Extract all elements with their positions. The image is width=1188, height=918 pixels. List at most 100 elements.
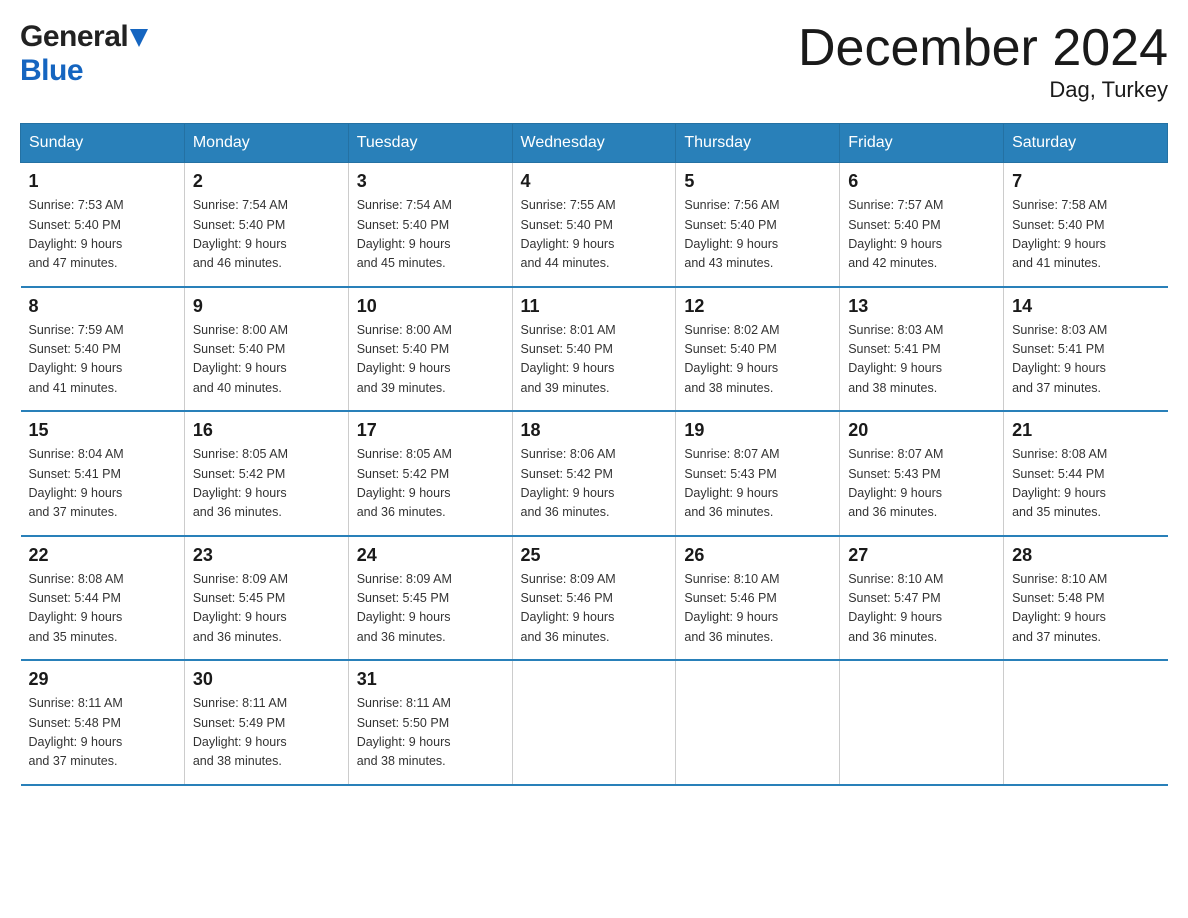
day-info: Sunrise: 8:06 AMSunset: 5:42 PMDaylight:… [521, 445, 668, 523]
day-number: 14 [1012, 296, 1159, 317]
calendar-cell: 6 Sunrise: 7:57 AMSunset: 5:40 PMDaylight… [840, 163, 1004, 287]
day-number: 7 [1012, 171, 1159, 192]
day-info: Sunrise: 8:00 AMSunset: 5:40 PMDaylight:… [357, 321, 504, 399]
calendar-cell: 14 Sunrise: 8:03 AMSunset: 5:41 PMDayligh… [1004, 287, 1168, 412]
day-info: Sunrise: 7:53 AMSunset: 5:40 PMDaylight:… [29, 196, 176, 274]
day-number: 29 [29, 669, 176, 690]
calendar-cell: 30Sunrise: 8:11 AMSunset: 5:49 PMDayligh… [184, 660, 348, 785]
calendar-cell: 18Sunrise: 8:06 AMSunset: 5:42 PMDayligh… [512, 411, 676, 536]
day-number: 4 [521, 171, 668, 192]
calendar-cell: 9Sunrise: 8:00 AMSunset: 5:40 PMDaylight… [184, 287, 348, 412]
day-number: 20 [848, 420, 995, 441]
calendar-cell: 17Sunrise: 8:05 AMSunset: 5:42 PMDayligh… [348, 411, 512, 536]
calendar-week-row: 15Sunrise: 8:04 AMSunset: 5:41 PMDayligh… [21, 411, 1168, 536]
header-tuesday: Tuesday [348, 124, 512, 163]
calendar-cell: 31 Sunrise: 8:11 AMSunset: 5:50 PMDayligh… [348, 660, 512, 785]
calendar-cell: 20 Sunrise: 8:07 AMSunset: 5:43 PMDayligh… [840, 411, 1004, 536]
day-number: 27 [848, 545, 995, 566]
logo-triangle-icon [130, 27, 148, 47]
day-number: 23 [193, 545, 340, 566]
day-number: 6 [848, 171, 995, 192]
calendar-cell [512, 660, 676, 785]
calendar-cell: 2 Sunrise: 7:54 AMSunset: 5:40 PMDaylight… [184, 163, 348, 287]
day-info: Sunrise: 8:03 AMSunset: 5:41 PMDaylight:… [1012, 321, 1159, 399]
calendar-cell: 10 Sunrise: 8:00 AMSunset: 5:40 PMDayligh… [348, 287, 512, 412]
calendar-cell: 4Sunrise: 7:55 AMSunset: 5:40 PMDaylight… [512, 163, 676, 287]
day-info: Sunrise: 7:54 AMSunset: 5:40 PMDaylight:… [193, 196, 340, 274]
day-number: 5 [684, 171, 831, 192]
day-number: 31 [357, 669, 504, 690]
calendar-cell: 25 Sunrise: 8:09 AMSunset: 5:46 PMDayligh… [512, 536, 676, 661]
day-info: Sunrise: 8:07 AMSunset: 5:43 PMDaylight:… [684, 445, 831, 523]
calendar-cell [1004, 660, 1168, 785]
calendar-cell: 15Sunrise: 8:04 AMSunset: 5:41 PMDayligh… [21, 411, 185, 536]
calendar-body: 1 Sunrise: 7:53 AMSunset: 5:40 PMDaylight… [21, 163, 1168, 785]
day-info: Sunrise: 8:09 AMSunset: 5:46 PMDaylight:… [521, 570, 668, 648]
day-info: Sunrise: 8:10 AMSunset: 5:47 PMDaylight:… [848, 570, 995, 648]
day-number: 16 [193, 420, 340, 441]
calendar-cell: 16 Sunrise: 8:05 AMSunset: 5:42 PMDayligh… [184, 411, 348, 536]
day-info: Sunrise: 7:59 AMSunset: 5:40 PMDaylight:… [29, 321, 176, 399]
day-number: 19 [684, 420, 831, 441]
day-info: Sunrise: 8:02 AMSunset: 5:40 PMDaylight:… [684, 321, 831, 399]
day-number: 3 [357, 171, 504, 192]
calendar-header: Sunday Monday Tuesday Wednesday Thursday… [21, 124, 1168, 163]
location-text: Dag, Turkey [798, 77, 1168, 103]
day-info: Sunrise: 8:07 AMSunset: 5:43 PMDaylight:… [848, 445, 995, 523]
header-sunday: Sunday [21, 124, 185, 163]
calendar-cell: 28 Sunrise: 8:10 AMSunset: 5:48 PMDayligh… [1004, 536, 1168, 661]
day-number: 15 [29, 420, 176, 441]
day-info: Sunrise: 8:03 AMSunset: 5:41 PMDaylight:… [848, 321, 995, 399]
calendar-cell: 24Sunrise: 8:09 AMSunset: 5:45 PMDayligh… [348, 536, 512, 661]
day-number: 22 [29, 545, 176, 566]
day-info: Sunrise: 8:10 AMSunset: 5:48 PMDaylight:… [1012, 570, 1159, 648]
calendar-cell: 1 Sunrise: 7:53 AMSunset: 5:40 PMDaylight… [21, 163, 185, 287]
day-number: 28 [1012, 545, 1159, 566]
day-number: 2 [193, 171, 340, 192]
calendar-cell [676, 660, 840, 785]
day-number: 1 [29, 171, 176, 192]
calendar-cell: 5 Sunrise: 7:56 AMSunset: 5:40 PMDaylight… [676, 163, 840, 287]
day-info: Sunrise: 8:00 AMSunset: 5:40 PMDaylight:… [193, 321, 340, 399]
day-info: Sunrise: 8:11 AMSunset: 5:50 PMDaylight:… [357, 694, 504, 772]
day-info: Sunrise: 7:54 AMSunset: 5:40 PMDaylight:… [357, 196, 504, 274]
header-saturday: Saturday [1004, 124, 1168, 163]
day-info: Sunrise: 8:09 AMSunset: 5:45 PMDaylight:… [193, 570, 340, 648]
calendar-cell: 12Sunrise: 8:02 AMSunset: 5:40 PMDayligh… [676, 287, 840, 412]
header-monday: Monday [184, 124, 348, 163]
day-info: Sunrise: 8:10 AMSunset: 5:46 PMDaylight:… [684, 570, 831, 648]
day-number: 25 [521, 545, 668, 566]
day-number: 11 [521, 296, 668, 317]
day-number: 13 [848, 296, 995, 317]
logo-general-text: General [20, 20, 128, 54]
calendar-week-row: 29 Sunrise: 8:11 AMSunset: 5:48 PMDayligh… [21, 660, 1168, 785]
calendar-cell: 3 Sunrise: 7:54 AMSunset: 5:40 PMDaylight… [348, 163, 512, 287]
calendar-table: Sunday Monday Tuesday Wednesday Thursday… [20, 123, 1168, 786]
day-info: Sunrise: 8:09 AMSunset: 5:45 PMDaylight:… [357, 570, 504, 648]
day-info: Sunrise: 8:05 AMSunset: 5:42 PMDaylight:… [193, 445, 340, 523]
day-number: 10 [357, 296, 504, 317]
calendar-cell [840, 660, 1004, 785]
day-info: Sunrise: 8:05 AMSunset: 5:42 PMDaylight:… [357, 445, 504, 523]
calendar-week-row: 22 Sunrise: 8:08 AMSunset: 5:44 PMDayligh… [21, 536, 1168, 661]
day-number: 21 [1012, 420, 1159, 441]
calendar-cell: 29 Sunrise: 8:11 AMSunset: 5:48 PMDayligh… [21, 660, 185, 785]
day-info: Sunrise: 8:08 AMSunset: 5:44 PMDaylight:… [1012, 445, 1159, 523]
calendar-cell: 23 Sunrise: 8:09 AMSunset: 5:45 PMDayligh… [184, 536, 348, 661]
calendar-cell: 8 Sunrise: 7:59 AMSunset: 5:40 PMDaylight… [21, 287, 185, 412]
calendar-week-row: 8 Sunrise: 7:59 AMSunset: 5:40 PMDaylight… [21, 287, 1168, 412]
title-block: December 2024 Dag, Turkey [798, 20, 1168, 103]
calendar-cell: 19 Sunrise: 8:07 AMSunset: 5:43 PMDayligh… [676, 411, 840, 536]
day-number: 8 [29, 296, 176, 317]
day-info: Sunrise: 7:56 AMSunset: 5:40 PMDaylight:… [684, 196, 831, 274]
day-info: Sunrise: 8:08 AMSunset: 5:44 PMDaylight:… [29, 570, 176, 648]
logo: General Blue [20, 20, 148, 88]
month-title: December 2024 [798, 20, 1168, 77]
calendar-cell: 7 Sunrise: 7:58 AMSunset: 5:40 PMDaylight… [1004, 163, 1168, 287]
day-info: Sunrise: 7:58 AMSunset: 5:40 PMDaylight:… [1012, 196, 1159, 274]
day-info: Sunrise: 7:57 AMSunset: 5:40 PMDaylight:… [848, 196, 995, 274]
days-of-week-row: Sunday Monday Tuesday Wednesday Thursday… [21, 124, 1168, 163]
day-info: Sunrise: 8:11 AMSunset: 5:48 PMDaylight:… [29, 694, 176, 772]
calendar-cell: 22 Sunrise: 8:08 AMSunset: 5:44 PMDayligh… [21, 536, 185, 661]
calendar-cell: 13 Sunrise: 8:03 AMSunset: 5:41 PMDayligh… [840, 287, 1004, 412]
